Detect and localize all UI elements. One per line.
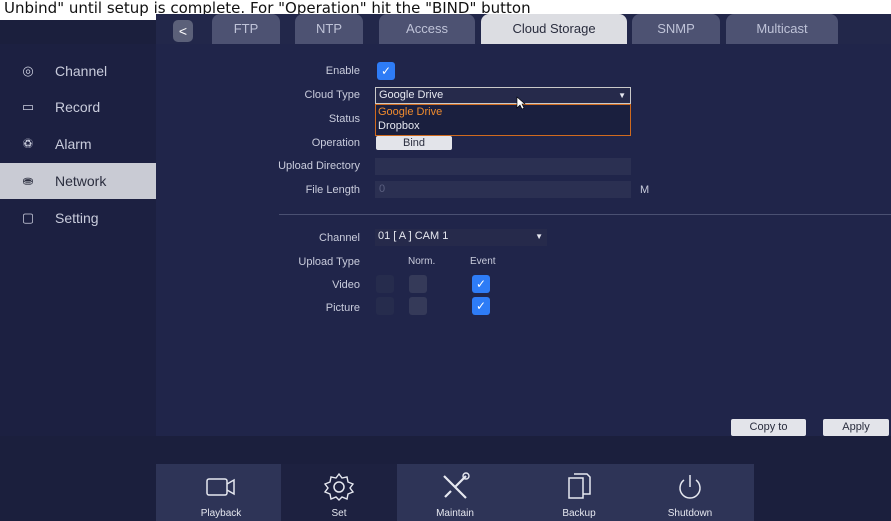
sidebar-item-network[interactable]: ⛂ Network [0, 163, 156, 199]
file-length-value: 0 [379, 183, 386, 195]
backup-icon [568, 473, 591, 499]
tab-ntp[interactable]: NTP [295, 14, 363, 44]
picture-label: Picture [325, 302, 360, 314]
sidebar-item-label: Alarm [55, 136, 92, 152]
video-checkbox[interactable] [376, 275, 394, 293]
mouse-cursor-icon [516, 96, 526, 110]
section-divider [279, 214, 891, 215]
dock-item-label: Maintain [436, 508, 474, 519]
sidebar-item-setting[interactable]: ▢ Setting [0, 200, 156, 236]
status-label: Status [328, 113, 360, 125]
operation-label: Operation [311, 137, 360, 149]
channel-label: Channel [319, 232, 360, 244]
tab-multicast[interactable]: Multicast [726, 14, 838, 44]
monitor-icon: ▢ [21, 210, 35, 225]
picture-norm-checkbox[interactable] [409, 297, 427, 315]
upload-type-label: Upload Type [298, 256, 360, 268]
sidebar-item-label: Network [55, 173, 107, 189]
bell-icon: ♽ [22, 136, 34, 151]
file-length-unit: M [640, 184, 650, 196]
dock-item-set[interactable]: Set [281, 464, 397, 521]
video-label: Video [332, 279, 360, 291]
event-column-label: Event [470, 256, 496, 267]
chevron-down-icon: ▼ [618, 91, 626, 100]
upload-directory-label: Upload Directory [278, 160, 360, 172]
channel-value: 01 [ A ] CAM 1 [378, 230, 449, 242]
network-icon: ⛂ [22, 173, 34, 188]
dock-item-label: Shutdown [667, 508, 713, 519]
cloud-type-select[interactable]: Google Drive ▼ [375, 87, 631, 104]
apply-button[interactable]: Apply [823, 419, 889, 436]
playback-icon [206, 478, 235, 496]
file-length-input[interactable]: 0 [375, 181, 631, 198]
dock-item-shutdown[interactable]: Shutdown [632, 464, 748, 521]
bind-button[interactable]: Bind [376, 136, 452, 150]
back-button[interactable]: < [173, 20, 193, 42]
cloud-type-label: Cloud Type [304, 89, 360, 101]
sidebar-item-record[interactable]: ▭ Record [0, 89, 156, 125]
tab-snmp[interactable]: SNMP [632, 14, 720, 44]
cloud-type-value: Google Drive [379, 89, 444, 101]
video-norm-checkbox[interactable] [409, 275, 427, 293]
sidebar-item-label: Record [55, 99, 101, 115]
cloud-type-option-dropbox[interactable]: Dropbox [376, 119, 630, 133]
upload-directory-input[interactable] [375, 158, 631, 175]
channel-select[interactable]: 01 [ A ] CAM 1 ▼ [375, 229, 547, 246]
dock-item-label: Playback [200, 508, 242, 519]
dock-item-backup[interactable]: Backup [521, 464, 637, 521]
power-icon [679, 475, 701, 499]
sidebar-item-label: Setting [55, 210, 99, 226]
dock-item-label: Backup [562, 508, 596, 519]
tools-icon [443, 472, 470, 499]
enable-label: Enable [325, 65, 360, 77]
picture-checkbox[interactable] [376, 297, 394, 315]
sidebar-item-label: Channel [55, 63, 108, 79]
picture-event-checkbox[interactable]: ✓ [472, 297, 490, 315]
dock-item-label: Set [331, 508, 347, 519]
camera-icon: ◎ [22, 63, 34, 78]
gear-icon [323, 472, 355, 501]
dock-item-maintain[interactable]: Maintain [397, 464, 513, 521]
video-event-checkbox[interactable]: ✓ [472, 275, 490, 293]
tab-ftp[interactable]: FTP [212, 14, 280, 44]
norm-column-label: Norm. [408, 256, 436, 267]
record-icon: ▭ [21, 99, 35, 114]
cloud-type-option-google-drive[interactable]: Google Drive [376, 105, 630, 119]
cloud-type-dropdown: Google Drive Dropbox [375, 104, 631, 136]
tab-cloud-storage[interactable]: Cloud Storage [481, 14, 627, 44]
dock-item-playback[interactable]: Playback [163, 464, 279, 521]
chevron-down-icon: ▼ [535, 232, 543, 241]
copy-to-button[interactable]: Copy to [731, 419, 806, 436]
tab-access[interactable]: Access [379, 14, 475, 44]
file-length-label: File Length [305, 184, 360, 196]
sidebar-item-alarm[interactable]: ♽ Alarm [0, 126, 156, 162]
enable-checkbox[interactable]: ✓ [377, 62, 395, 80]
sidebar-item-channel[interactable]: ◎ Channel [0, 53, 156, 89]
